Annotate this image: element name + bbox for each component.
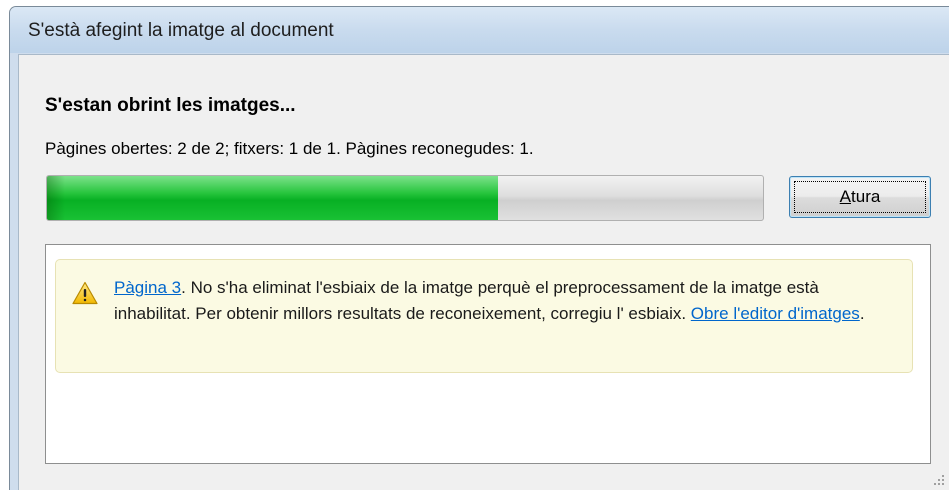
warning-message: Pàgina 3. No s'ha eliminat l'esbiaix de … bbox=[55, 259, 913, 373]
open-image-editor-link[interactable]: Obre l'editor d'imatges bbox=[691, 304, 860, 323]
resize-grip-icon[interactable] bbox=[933, 474, 945, 486]
message-text: Pàgina 3. No s'ha eliminat l'esbiaix de … bbox=[114, 275, 894, 327]
page-link[interactable]: Pàgina 3 bbox=[114, 278, 181, 297]
dialog-window: S'està afegint la imatge al document S'e… bbox=[9, 6, 949, 490]
title-bar[interactable]: S'està afegint la imatge al document bbox=[10, 7, 949, 53]
stop-button-label-rest: tura bbox=[851, 187, 881, 206]
status-text: Pàgines obertes: 2 de 2; fitxers: 1 de 1… bbox=[45, 139, 534, 158]
progress-bar-fill bbox=[47, 176, 499, 220]
stop-button-mnemonic: A bbox=[839, 187, 852, 206]
stop-button[interactable]: Atura bbox=[789, 176, 931, 218]
dialog-body: S'estan obrint les imatges... Pàgines ob… bbox=[18, 54, 949, 490]
window-title: S'està afegint la imatge al document bbox=[28, 20, 334, 41]
warning-icon bbox=[72, 281, 98, 305]
progress-bar bbox=[46, 175, 764, 221]
stop-button-label: Atura bbox=[840, 187, 881, 206]
message-list[interactable]: Pàgina 3. No s'ha eliminat l'esbiaix de … bbox=[45, 244, 931, 464]
message-end: . bbox=[859, 304, 865, 323]
dialog-heading: S'estan obrint les imatges... bbox=[45, 95, 296, 116]
